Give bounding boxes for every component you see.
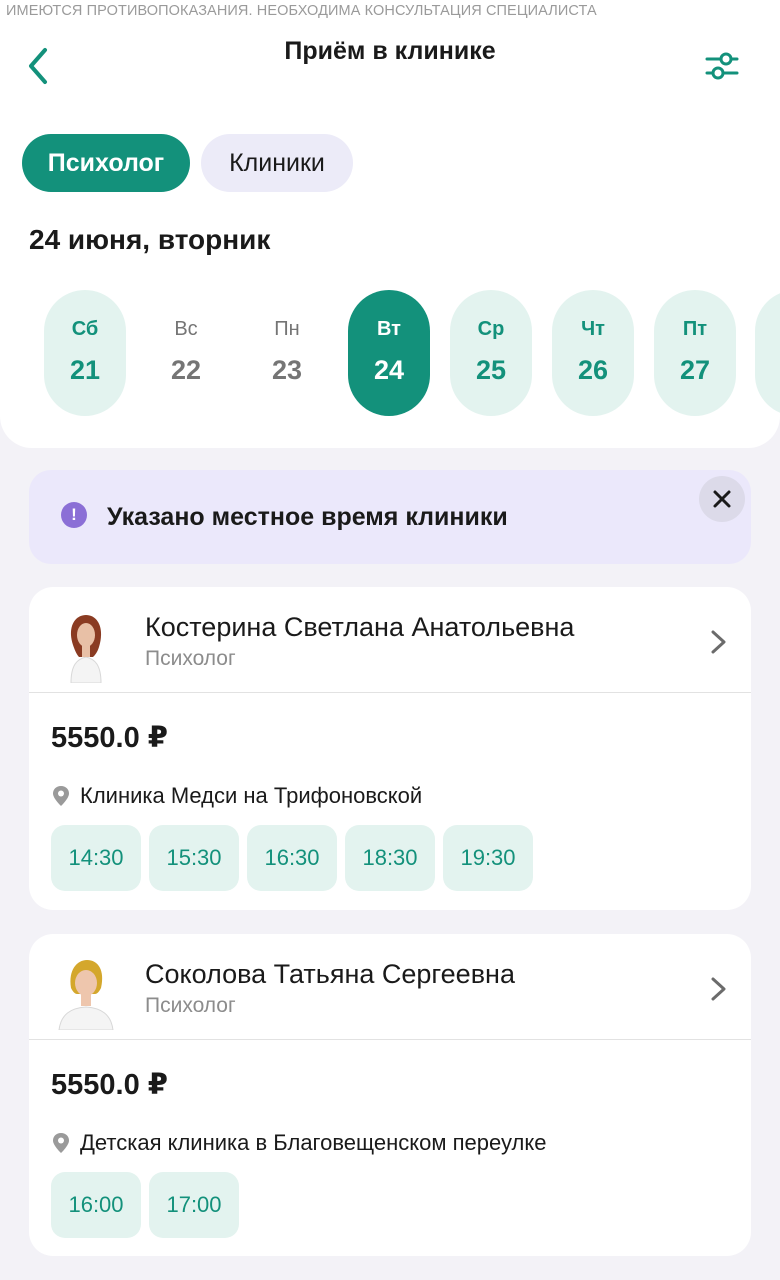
time-slots: 14:30 15:30 16:30 18:30 19:30 — [51, 825, 533, 891]
clinic-location: Детская клиника в Благовещенском переулк… — [51, 1130, 546, 1156]
day-number: 24 — [373, 355, 405, 385]
day-number: 27 — [679, 355, 711, 385]
day-next-partial[interactable] — [755, 290, 780, 416]
clinic-name: Детская клиника в Благовещенском переулк… — [80, 1130, 547, 1155]
location-pin-icon — [51, 1132, 71, 1154]
day-name: Ср — [477, 318, 505, 340]
day-number: 22 — [170, 355, 202, 385]
doctor-specialty: Психолог — [145, 647, 236, 670]
day-21[interactable]: Сб 21 — [44, 290, 126, 416]
day-name: Пн — [274, 318, 300, 340]
day-25[interactable]: Ср 25 — [450, 290, 532, 416]
filter-button[interactable] — [700, 44, 744, 88]
doctor-card-header[interactable]: Соколова Татьяна Сергеевна Психолог — [29, 934, 751, 1040]
notice-close-button[interactable] — [699, 476, 745, 522]
time-slot[interactable]: 16:00 — [51, 1172, 141, 1238]
day-26[interactable]: Чт 26 — [552, 290, 634, 416]
doctor-avatar — [51, 952, 121, 1030]
day-number: 25 — [475, 355, 507, 385]
local-time-notice: ! Указано местное время клиники — [29, 470, 751, 564]
doctor-card-header[interactable]: Костерина Светлана Анатольевна Психолог — [29, 587, 751, 693]
day-name: Пт — [682, 318, 708, 340]
doctor-card: Соколова Татьяна Сергеевна Психолог 5550… — [29, 934, 751, 1256]
tab-psychologist[interactable]: Психолог — [22, 134, 190, 192]
day-22[interactable]: Вс 22 — [145, 290, 227, 416]
day-name: Вс — [174, 318, 198, 340]
day-name: Вт — [377, 318, 401, 340]
page-title: Приём в клинике — [284, 37, 496, 65]
time-slot[interactable]: 16:30 — [247, 825, 337, 891]
disclaimer-banner: ИМЕЮТСЯ ПРОТИВОПОКАЗАНИЯ. НЕОБХОДИМА КОН… — [6, 3, 597, 19]
doctor-avatar — [51, 605, 121, 683]
location-pin-icon — [51, 785, 71, 807]
exclamation-icon: ! — [61, 502, 87, 528]
time-slots: 16:00 17:00 — [51, 1172, 239, 1238]
chevron-right-icon — [711, 977, 726, 1001]
day-24[interactable]: Вт 24 — [348, 290, 430, 416]
notice-text: Указано местное время клиники — [107, 503, 508, 531]
day-number: 21 — [69, 355, 101, 385]
consultation-price: 5550.0 ₽ — [51, 722, 168, 754]
day-name: Чт — [581, 318, 605, 340]
tab-clinics[interactable]: Клиники — [201, 134, 353, 192]
day-name: Сб — [71, 318, 99, 340]
time-slot[interactable]: 15:30 — [149, 825, 239, 891]
day-23[interactable]: Пн 23 — [246, 290, 328, 416]
selected-date-heading: 24 июня, вторник — [29, 224, 271, 255]
time-slot[interactable]: 19:30 — [443, 825, 533, 891]
day-number: 26 — [577, 355, 609, 385]
day-number: 23 — [271, 355, 303, 385]
close-icon — [713, 490, 731, 508]
doctor-name: Костерина Светлана Анатольевна — [145, 612, 575, 642]
consultation-price: 5550.0 ₽ — [51, 1069, 168, 1101]
chevron-right-icon — [711, 630, 726, 654]
sliders-icon — [705, 52, 739, 80]
time-slot[interactable]: 14:30 — [51, 825, 141, 891]
time-slot[interactable]: 18:30 — [345, 825, 435, 891]
clinic-name: Клиника Медси на Трифоновской — [80, 783, 423, 808]
day-27[interactable]: Пт 27 — [654, 290, 736, 416]
time-slot[interactable]: 17:00 — [149, 1172, 239, 1238]
date-picker: Сб 21 Вс 22 Пн 23 Вт 24 Ср 25 Чт 26 Пт 2… — [0, 290, 780, 416]
clinic-location: Клиника Медси на Трифоновской — [51, 783, 422, 809]
doctor-card: Костерина Светлана Анатольевна Психолог … — [29, 587, 751, 910]
doctor-name: Соколова Татьяна Сергеевна — [145, 959, 515, 989]
doctor-specialty: Психолог — [145, 994, 236, 1017]
